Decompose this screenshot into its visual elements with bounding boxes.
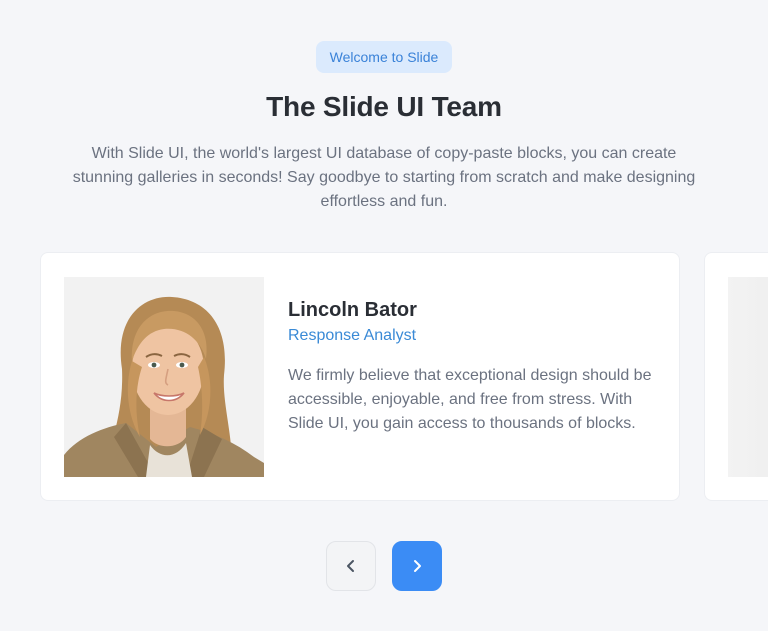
member-name: Lincoln Bator: [288, 299, 417, 321]
team-member-card: Lincoln Bator Response Analyst We firmly…: [40, 252, 680, 501]
member-photo: [64, 277, 264, 477]
page-title: The Slide UI Team: [266, 91, 502, 122]
next-button[interactable]: [392, 541, 442, 591]
member-quote: We firmly believe that exceptional desig…: [288, 367, 652, 432]
previous-button[interactable]: [326, 541, 376, 591]
member-role: Response Analyst: [288, 327, 417, 344]
chevron-left-icon: [347, 560, 354, 572]
intro-text: With Slide UI, the world's largest UI da…: [72, 145, 696, 210]
next-member-photo: [728, 277, 768, 477]
next-member-card-peek[interactable]: [704, 252, 768, 501]
chevron-right-icon: [414, 560, 421, 572]
welcome-badge: Welcome to Slide: [316, 41, 452, 73]
portrait-photo-icon: [64, 277, 264, 477]
team-section: Welcome to Slide The Slide UI Team With …: [0, 0, 768, 631]
